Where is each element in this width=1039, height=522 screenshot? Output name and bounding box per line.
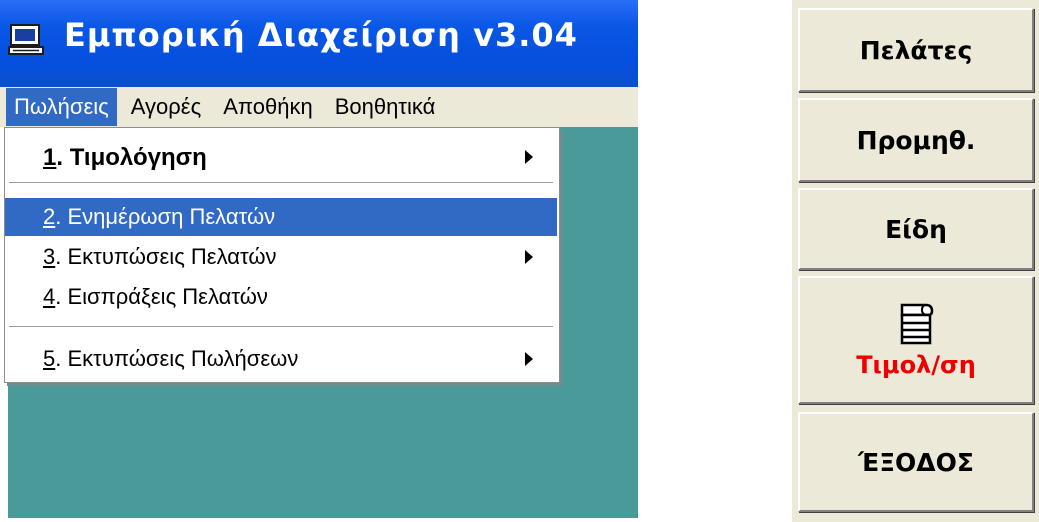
menu-item-customer-prints[interactable]: 3. Εκτυπώσεις Πελατών [5,238,557,276]
button-label: Είδη [885,214,947,244]
menu-item-update-customers[interactable]: 2. Ενημέρωση Πελατών [5,198,557,236]
menu-item-sales-prints[interactable]: 5. Εκτυπώσεις Πωλήσεων [5,340,557,378]
items-button[interactable]: Είδη [798,188,1034,270]
menu-item-label: . Εισπράξεις Πελατών [55,284,268,309]
menu-utilities[interactable]: Βοηθητικά [327,88,444,126]
button-label: ΈΞΟΔΟΣ [858,447,974,477]
menu-purchases[interactable]: Αγορές [123,88,209,126]
menu-bar: Πωλήσεις Αγορές Αποθήκη Βοηθητικά [0,87,638,127]
menu-sales[interactable]: Πωλήσεις [6,88,117,126]
customers-button[interactable]: Πελάτες [798,8,1034,92]
button-label: Προμηθ. [856,125,976,155]
menu-item-key: 3 [43,244,56,269]
printer-icon [900,303,934,345]
menu-separator [9,182,553,184]
menu-item-key: 5 [43,346,56,371]
menu-item-key: 4 [43,284,56,309]
submenu-arrow-icon [525,250,533,264]
exit-button[interactable]: ΈΞΟΔΟΣ [798,412,1034,512]
menu-separator [9,326,553,328]
submenu-arrow-icon [525,150,533,164]
window-title: Εμπορική Διαχείριση v3.04 [64,16,578,54]
menu-warehouse[interactable]: Αποθήκη [215,88,320,126]
menu-item-label: . Εκτυπώσεις Πελατών [55,244,277,269]
menu-item-key: 1 [43,144,57,171]
button-label: Τιμολ/ση [856,351,976,379]
button-label: Πελάτες [859,35,973,65]
menu-item-key: 2 [43,204,56,229]
sales-dropdown-menu: 1. Τιμολόγηση 2. Ενημέρωση Πελατών 3. Εκ… [4,127,560,383]
shortcut-panel: Πελάτες Προμηθ. Είδη Τιμολ/ση ΈΞΟΔΟΣ [792,0,1039,522]
invoicing-button[interactable]: Τιμολ/ση [798,276,1034,404]
menu-item-invoicing[interactable]: 1. Τιμολόγηση [5,138,557,176]
suppliers-button[interactable]: Προμηθ. [798,98,1034,182]
app-window: Εμπορική Διαχείριση v3.04 Πωλήσεις Αγορέ… [0,0,638,518]
menu-item-label: . Τιμολόγηση [56,144,207,171]
menu-item-label: . Ενημέρωση Πελατών [55,204,276,229]
menu-item-customer-receipts[interactable]: 4. Εισπράξεις Πελατών [5,278,557,316]
computer-icon [8,24,44,55]
submenu-arrow-icon [525,352,533,366]
menu-item-label: . Εκτυπώσεις Πωλήσεων [55,346,299,371]
title-bar[interactable]: Εμπορική Διαχείριση v3.04 [0,0,638,87]
